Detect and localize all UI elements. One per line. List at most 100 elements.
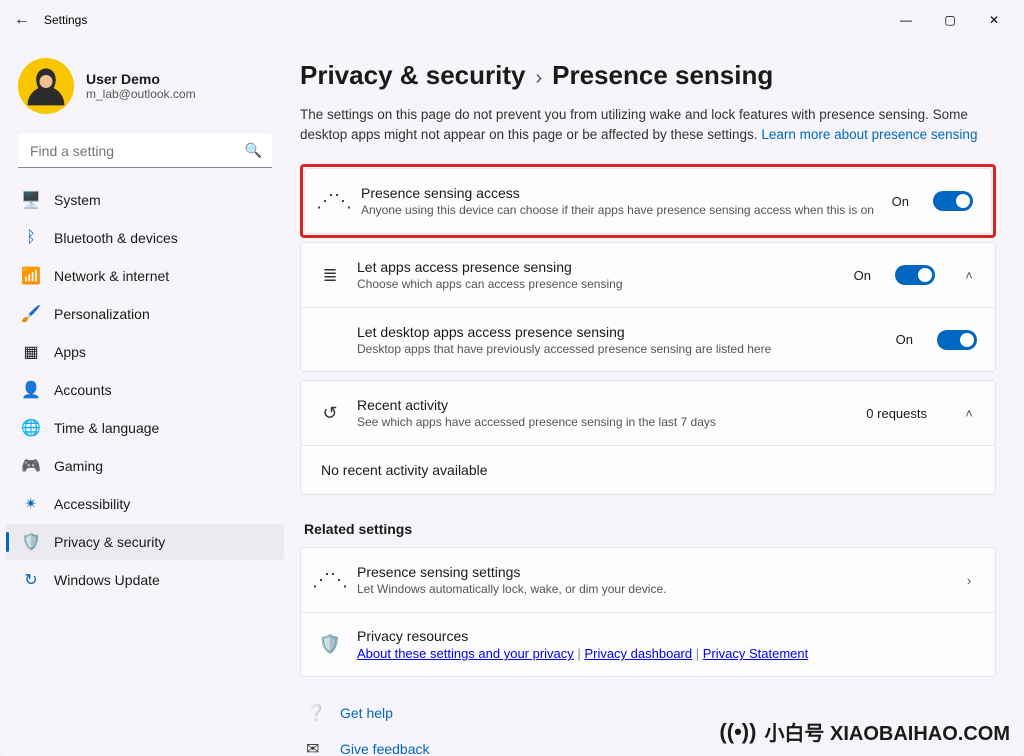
row-presence-settings[interactable]: ⋰⋱ Presence sensing settings Let Windows… <box>301 548 995 612</box>
sidebar-item-label: Personalization <box>54 306 150 322</box>
globe-icon: 🌐 <box>22 419 40 437</box>
sidebar-item-label: System <box>54 192 101 208</box>
blank-icon <box>319 329 341 351</box>
sidebar-item-label: Bluetooth & devices <box>54 230 178 246</box>
row-title: Privacy resources <box>357 628 977 644</box>
close-button[interactable]: ✕ <box>972 5 1016 35</box>
row-title: Presence sensing access <box>361 185 876 201</box>
shield-icon: 🛡️ <box>319 634 341 656</box>
sidebar-item-accessibility[interactable]: ✴ Accessibility <box>6 486 284 522</box>
sidebar-item-time[interactable]: 🌐 Time & language <box>6 410 284 446</box>
apps-icon: ▦ <box>22 343 40 361</box>
body: User Demo m_lab@outlook.com 🔍 🖥️ System ᛒ… <box>0 40 1024 756</box>
sidebar-item-privacy[interactable]: 🛡️ Privacy & security <box>6 524 284 560</box>
chevron-right-icon: › <box>961 573 977 588</box>
presence-access-toggle[interactable] <box>933 191 973 211</box>
window-controls: — ▢ ✕ <box>884 5 1016 35</box>
row-apps-access[interactable]: ≣ Let apps access presence sensing Choos… <box>301 243 995 307</box>
sidebar-item-label: Apps <box>54 344 86 360</box>
sidebar-item-accounts[interactable]: 👤Accounts <box>6 372 284 408</box>
desktop-access-toggle[interactable] <box>937 330 977 350</box>
titlebar: ← Settings — ▢ ✕ <box>0 0 1024 40</box>
sidebar-item-system[interactable]: 🖥️ System <box>6 182 284 218</box>
watermark: ((•)) 小白号 XIAOBAIHAO.COM <box>719 717 1010 746</box>
back-button[interactable]: ← <box>8 6 36 34</box>
learn-more-link[interactable]: Learn more about presence sensing <box>761 127 977 142</box>
chevron-up-icon: ˄ <box>961 406 977 421</box>
row-sub: See which apps have accessed presence se… <box>357 415 850 429</box>
list-icon: ≣ <box>319 264 341 286</box>
apps-access-toggle[interactable] <box>895 265 935 285</box>
sidebar-item-label: Windows Update <box>54 572 160 588</box>
toggle-status: On <box>896 332 913 347</box>
row-desktop-access: Let desktop apps access presence sensing… <box>301 307 995 371</box>
privacy-dashboard-link[interactable]: Privacy dashboard <box>584 646 692 661</box>
broadcast-icon: ((•)) <box>719 719 756 745</box>
history-icon: ↺ <box>319 402 341 424</box>
sidebar-item-bluetooth[interactable]: ᛒ Bluetooth & devices <box>6 220 284 256</box>
watermark-text: 小白号 XIAOBAIHAO.COM <box>764 717 1010 746</box>
brush-icon: 🖌️ <box>22 305 40 323</box>
row-title: Presence sensing settings <box>357 564 935 580</box>
main-content: Privacy & security › Presence sensing Th… <box>290 40 1024 756</box>
sidebar-item-label: Gaming <box>54 458 103 474</box>
privacy-links: About these settings and your privacy | … <box>357 646 977 661</box>
sidebar-item-label: Privacy & security <box>54 534 165 550</box>
toggle-status: On <box>892 194 909 209</box>
sidebar-item-network[interactable]: 📶 Network & internet <box>6 258 284 294</box>
sidebar-item-update[interactable]: ↻ Windows Update <box>6 562 284 598</box>
feedback-label: Give feedback <box>340 741 430 756</box>
privacy-statement-link[interactable]: Privacy Statement <box>703 646 809 661</box>
window-title: Settings <box>44 13 884 27</box>
maximize-button[interactable]: ▢ <box>928 5 972 35</box>
requests-count: 0 requests <box>866 406 927 421</box>
minimize-button[interactable]: — <box>884 5 928 35</box>
page-title: Presence sensing <box>552 60 773 91</box>
profile-text: User Demo m_lab@outlook.com <box>86 71 196 101</box>
feedback-icon: ✉ <box>306 739 324 756</box>
profile-name: User Demo <box>86 71 196 87</box>
shield-icon: 🛡️ <box>22 533 40 551</box>
sidebar-item-personalization[interactable]: 🖌️ Personalization <box>6 296 284 332</box>
breadcrumb-parent[interactable]: Privacy & security <box>300 60 525 91</box>
sidebar: User Demo m_lab@outlook.com 🔍 🖥️ System ᛒ… <box>0 40 290 756</box>
profile[interactable]: User Demo m_lab@outlook.com <box>0 50 290 130</box>
row-title: Recent activity <box>357 397 850 413</box>
search-input[interactable] <box>18 134 272 168</box>
related-heading: Related settings <box>304 521 996 537</box>
row-sub: Desktop apps that have previously access… <box>357 342 880 356</box>
sidebar-item-gaming[interactable]: 🎮Gaming <box>6 448 284 484</box>
sidebar-item-label: Time & language <box>54 420 159 436</box>
help-label: Get help <box>340 705 393 721</box>
help-icon: ❔ <box>306 703 324 723</box>
highlight-box: ⋰⋱ Presence sensing access Anyone using … <box>300 164 996 238</box>
sidebar-item-label: Accessibility <box>54 496 130 512</box>
row-title: Let apps access presence sensing <box>357 259 838 275</box>
update-icon: ↻ <box>22 571 40 589</box>
row-sub: Anyone using this device can choose if t… <box>361 203 876 217</box>
settings-window: ← Settings — ▢ ✕ User Demo m_lab@outlook… <box>0 0 1024 756</box>
chevron-right-icon: › <box>535 67 542 90</box>
search: 🔍 <box>18 134 272 168</box>
related-card: ⋰⋱ Presence sensing settings Let Windows… <box>300 547 996 677</box>
sidebar-item-apps[interactable]: ▦ Apps <box>6 334 284 370</box>
row-privacy-resources: 🛡️ Privacy resources About these setting… <box>301 612 995 676</box>
breadcrumb: Privacy & security › Presence sensing <box>300 60 996 91</box>
presence-icon: ⋰⋱ <box>319 569 341 591</box>
nav: 🖥️ System ᛒ Bluetooth & devices 📶 Network &… <box>0 182 290 598</box>
profile-email: m_lab@outlook.com <box>86 87 196 101</box>
wifi-icon: 📶 <box>22 267 40 285</box>
avatar <box>18 58 74 114</box>
sidebar-item-label: Network & internet <box>54 268 169 284</box>
toggle-status: On <box>854 268 871 283</box>
row-recent-activity[interactable]: ↺ Recent activity See which apps have ac… <box>301 381 995 445</box>
no-activity-text: No recent activity available <box>300 446 996 495</box>
system-icon: 🖥️ <box>22 191 40 209</box>
accessibility-icon: ✴ <box>22 495 40 513</box>
bluetooth-icon: ᛒ <box>22 229 40 247</box>
row-title: Let desktop apps access presence sensing <box>357 324 880 340</box>
row-sub: Choose which apps can access presence se… <box>357 277 838 291</box>
about-privacy-link[interactable]: About these settings and your privacy <box>357 646 574 661</box>
row-sub: Let Windows automatically lock, wake, or… <box>357 582 935 596</box>
presence-icon: ⋰⋱ <box>323 190 345 212</box>
